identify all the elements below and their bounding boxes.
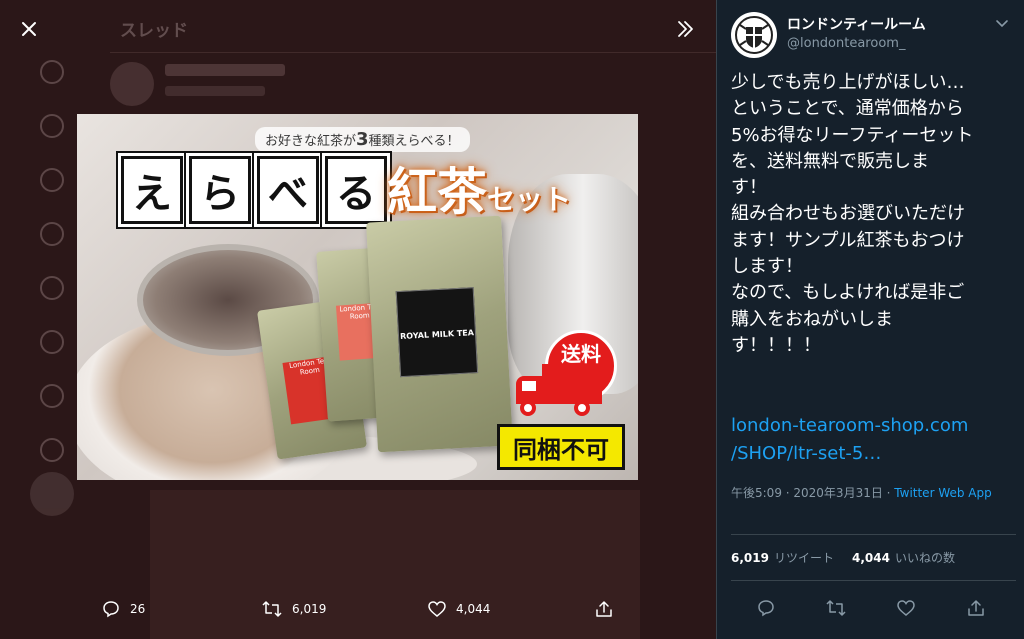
more-options-button[interactable] bbox=[995, 14, 1015, 30]
tweet-text: 少しでも売り上げがほしい… ということで、通常価格から 5%お得なリーフティーセ… bbox=[731, 72, 974, 356]
avatar[interactable] bbox=[731, 12, 777, 58]
no-bundling-badge: 同梱不可 bbox=[497, 424, 625, 470]
tweet-link[interactable]: london-tearoom-shop.com /SHOP/ltr-set-5… bbox=[731, 412, 1017, 468]
tweet-timestamp[interactable]: 午後5:09 · 2020年3月31日 · bbox=[731, 486, 894, 500]
media-tagline: お好きな紅茶が3種類えらべる！ bbox=[255, 127, 470, 152]
close-button[interactable] bbox=[14, 14, 44, 44]
double-chevron-right-icon bbox=[678, 21, 693, 37]
heart-icon bbox=[897, 600, 915, 616]
close-icon bbox=[22, 22, 36, 36]
media-title-tea: 紅茶セット bbox=[387, 163, 572, 221]
retweet-count: 6,019 bbox=[292, 602, 327, 616]
retweet-button[interactable]: 6,019 bbox=[262, 600, 326, 618]
share-icon bbox=[596, 601, 612, 617]
reply-icon bbox=[758, 600, 774, 617]
divider bbox=[731, 580, 1016, 581]
chevron-down-icon bbox=[996, 20, 1008, 28]
retweets-stat[interactable]: 6,019 リツイート bbox=[731, 549, 834, 566]
divider bbox=[731, 534, 1016, 535]
london-crest-logo bbox=[735, 16, 773, 54]
tweet-stats: 6,019 リツイート 4,044 いいねの数 bbox=[731, 549, 955, 566]
reply-button[interactable]: 26 bbox=[102, 600, 145, 618]
ghost-account-handle bbox=[165, 86, 265, 96]
tea-pack-large: ROYAL MILK TEA bbox=[366, 215, 513, 453]
ghost-compose-button bbox=[30, 472, 74, 516]
share-icon bbox=[968, 600, 984, 616]
ghost-thread-header: スレッド bbox=[120, 21, 188, 41]
title-tile: る bbox=[325, 156, 387, 224]
delivery-truck-icon bbox=[512, 364, 602, 420]
retweet-button[interactable] bbox=[824, 596, 848, 620]
media-title-tiles: え ら べ る bbox=[121, 156, 387, 224]
ghost-sidebar bbox=[30, 60, 70, 492]
ghost-account-name bbox=[165, 64, 285, 76]
retweet-icon bbox=[262, 601, 282, 617]
heart-icon bbox=[428, 601, 446, 617]
reply-button[interactable] bbox=[754, 596, 778, 620]
tweet-detail-panel: ロンドンティールーム @londontearoom_ 少しでも売り上げがほしい…… bbox=[716, 0, 1024, 639]
media-action-bar: 26 6,019 4,044 bbox=[0, 600, 716, 630]
share-button[interactable] bbox=[596, 600, 612, 618]
retweet-icon bbox=[826, 600, 846, 616]
like-button[interactable] bbox=[894, 596, 918, 620]
media-viewer: スレッド お好きな紅茶が3種類えらべる！ え ら べ る 紅茶セット Londo… bbox=[0, 0, 716, 639]
ghost-avatar bbox=[110, 62, 154, 106]
title-tile: べ bbox=[257, 156, 319, 224]
title-tile: え bbox=[121, 156, 183, 224]
collapse-panel-button[interactable] bbox=[670, 14, 700, 44]
tweet-meta: 午後5:09 · 2020年3月31日 · Twitter Web App bbox=[731, 484, 1013, 503]
like-button[interactable]: 4,044 bbox=[428, 600, 490, 618]
reply-count: 26 bbox=[130, 602, 146, 616]
tweet-media-image[interactable]: お好きな紅茶が3種類えらべる！ え ら べ る 紅茶セット London Tea… bbox=[77, 114, 638, 480]
tweet-link-line2: /SHOP/ltr-set-5… bbox=[731, 443, 882, 464]
tweet-action-bar bbox=[731, 596, 1011, 620]
pack-label-royal-milk-tea: ROYAL MILK TEA bbox=[395, 287, 479, 378]
account-handle[interactable]: @londontearoom_ bbox=[787, 36, 905, 51]
likes-stat[interactable]: 4,044 いいねの数 bbox=[852, 549, 955, 566]
tweet-link-line1: london-tearoom-shop.com bbox=[731, 415, 969, 436]
title-tile: ら bbox=[189, 156, 251, 224]
share-button[interactable] bbox=[964, 596, 988, 620]
like-count: 4,044 bbox=[456, 602, 491, 616]
reply-icon bbox=[103, 601, 119, 618]
tweet-source[interactable]: Twitter Web App bbox=[894, 486, 991, 500]
account-name[interactable]: ロンドンティールーム bbox=[787, 14, 926, 34]
